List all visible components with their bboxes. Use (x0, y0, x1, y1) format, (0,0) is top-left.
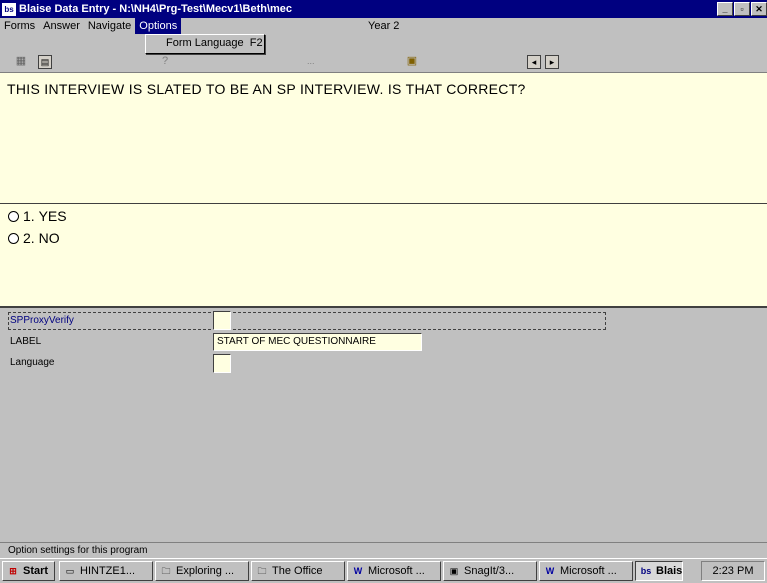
answer-option-no[interactable]: 2. NO (8, 230, 60, 246)
menu-answer[interactable]: Answer (39, 18, 84, 34)
form-language-label: Form Language (166, 37, 244, 49)
question-panel: THIS INTERVIEW IS SLATED TO BE AN SP INT… (0, 72, 767, 205)
task-blaise[interactable]: bs Blaise ... (635, 561, 683, 581)
menu-forms[interactable]: Forms (0, 18, 39, 34)
word-icon: W (545, 566, 555, 576)
nav-prev-icon[interactable]: ◂ (527, 55, 541, 69)
task-the-office[interactable]: 🗀 The Office (251, 561, 345, 581)
doc-icon[interactable]: ▤ (38, 55, 52, 69)
task-label: Blaise ... (656, 565, 683, 577)
task-hintze[interactable]: ▭ HINTZE1... (59, 561, 153, 581)
window-title: Blaise Data Entry - N:\NH4\Prg-Test\Mecv… (19, 3, 293, 15)
task-label: The Office (272, 565, 323, 577)
blaise-app-icon[interactable]: bs (2, 2, 16, 16)
restore-button[interactable]: ▫ (734, 2, 750, 16)
radio-button[interactable] (8, 232, 19, 244)
field-name-label[interactable]: LABEL (10, 336, 41, 347)
answer-label: NO (38, 230, 60, 246)
nav-next-icon[interactable]: ▸ (545, 55, 559, 69)
field-value-label: START OF MEC QUESTIONNAIRE (217, 336, 376, 347)
task-label: HINTZE1... (80, 565, 136, 577)
menu-bar: Forms Answer Navigate Options Year 2 (0, 18, 767, 34)
answer-label: YES (38, 208, 67, 224)
field-name-language[interactable]: Language (10, 357, 55, 368)
task-microsoft-word-2[interactable]: W Microsoft ... (539, 561, 633, 581)
field-name-spproxyverify[interactable]: SPProxyVerify (10, 315, 74, 326)
menu-options[interactable]: Options (135, 18, 182, 34)
toolbar: ▦ ▤ ? ... ▣ ◂ ▸ (0, 34, 767, 72)
blaise-icon: bs (640, 566, 652, 576)
answer-panel: 1. YES 2. NO (0, 204, 767, 308)
copy-icon[interactable]: ▦ (14, 54, 28, 68)
minimize-button[interactable]: _ (717, 2, 733, 16)
answer-option-yes[interactable]: 1. YES (8, 208, 67, 224)
taskbar: ⊞ Start ▭ HINTZE1... 🗀 Exploring ... 🗀 T… (0, 558, 767, 583)
close-button[interactable]: ✕ (751, 2, 767, 16)
menu-item-form-language[interactable]: Form Language F2 (166, 37, 263, 49)
task-exploring[interactable]: 🗀 Exploring ... (155, 561, 249, 581)
year-indicator: Year 2 (368, 20, 400, 32)
start-button[interactable]: ⊞ Start (2, 561, 55, 581)
answer-code: 1. (23, 208, 35, 224)
field-row-selected-outline (8, 312, 606, 330)
toolbar-dots: ... (307, 56, 315, 66)
help-icon[interactable]: ? (158, 54, 172, 68)
answer-code: 2. (23, 230, 35, 246)
task-label: Exploring ... (176, 565, 235, 577)
task-label: SnagIt/3... (464, 565, 515, 577)
title-bar: bs Blaise Data Entry - N:\NH4\Prg-Test\M… (0, 0, 767, 18)
system-tray-clock[interactable]: 2:23 PM (701, 561, 765, 581)
menu-navigate[interactable]: Navigate (84, 18, 135, 34)
folder-icon: 🗀 (257, 566, 267, 576)
snagit-icon: ▣ (449, 566, 459, 576)
task-label: Microsoft ... (368, 565, 425, 577)
status-bar: Option settings for this program (0, 542, 767, 557)
field-input-spproxyverify[interactable] (213, 311, 231, 330)
task-label: Microsoft ... (560, 565, 617, 577)
start-label: Start (23, 565, 49, 577)
computer-icon: ▭ (65, 566, 75, 576)
form-language-shortcut: F2 (249, 37, 263, 49)
radio-button[interactable] (8, 210, 19, 222)
task-microsoft-word-1[interactable]: W Microsoft ... (347, 561, 441, 581)
word-icon: W (353, 566, 363, 576)
explorer-icon: 🗀 (161, 566, 171, 576)
options-dropdown: Form Language F2 (145, 34, 265, 54)
field-input-label[interactable]: START OF MEC QUESTIONNAIRE (213, 333, 422, 351)
task-snagit[interactable]: ▣ SnagIt/3... (443, 561, 537, 581)
field-input-language[interactable] (213, 354, 231, 373)
search-doc-icon[interactable]: ▣ (405, 54, 419, 68)
windows-logo-icon: ⊞ (9, 566, 17, 576)
question-text: THIS INTERVIEW IS SLATED TO BE AN SP INT… (7, 81, 526, 97)
